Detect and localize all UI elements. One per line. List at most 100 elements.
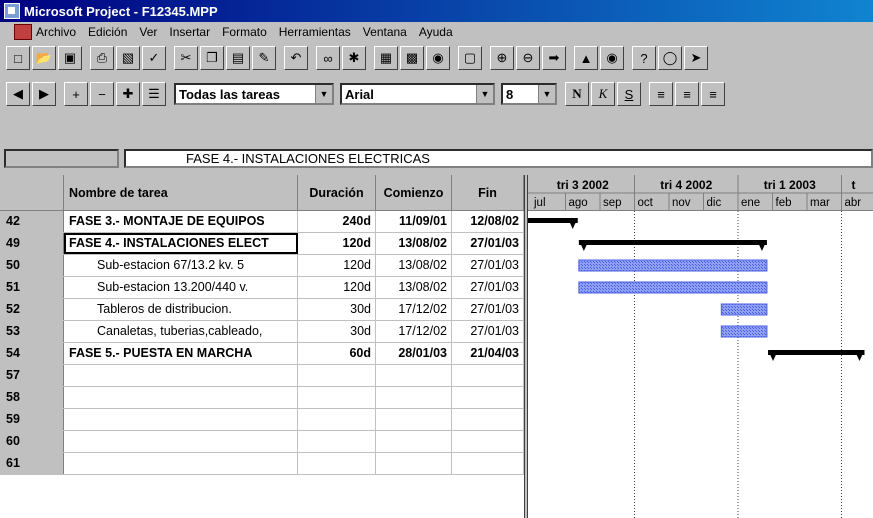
start-date-cell[interactable] xyxy=(376,431,452,452)
task-information-icon[interactable]: ▦ xyxy=(374,46,398,70)
outdent-arrow-icon[interactable]: ◀ xyxy=(6,82,30,106)
duration-cell[interactable] xyxy=(298,431,376,452)
align-right-icon[interactable]: ≡ xyxy=(701,82,725,106)
table-row[interactable]: 58 xyxy=(0,387,524,409)
duration-cell[interactable]: 120d xyxy=(298,233,376,254)
task-name-cell[interactable]: FASE 4.- INSTALACIONES ELECT xyxy=(64,233,298,254)
duration-cell[interactable]: 60d xyxy=(298,343,376,364)
end-date-cell[interactable] xyxy=(452,365,524,386)
menu-edicion[interactable]: Edición xyxy=(88,25,127,39)
row-id-cell[interactable]: 61 xyxy=(0,453,64,474)
show-all-tasks-icon[interactable]: ✚ xyxy=(116,82,140,106)
task-name-cell[interactable] xyxy=(64,453,298,474)
end-date-cell[interactable]: 21/04/03 xyxy=(452,343,524,364)
duration-cell[interactable] xyxy=(298,365,376,386)
start-date-cell[interactable] xyxy=(376,409,452,430)
menu-ventana[interactable]: Ventana xyxy=(363,25,407,39)
align-left-icon[interactable]: ≡ xyxy=(649,82,673,106)
link-tasks-icon[interactable]: ∞ xyxy=(316,46,340,70)
duration-cell[interactable] xyxy=(298,409,376,430)
task-bar[interactable] xyxy=(720,325,768,338)
row-id-cell[interactable]: 59 xyxy=(0,409,64,430)
row-id-header[interactable] xyxy=(0,175,64,211)
task-bar[interactable] xyxy=(578,259,768,272)
task-notes-icon[interactable]: ▩ xyxy=(400,46,424,70)
zoom-out-icon[interactable]: ⊖ xyxy=(516,46,540,70)
table-row[interactable]: 42 FASE 3.- MONTAJE DE EQUIPOS 240d 11/09/0… xyxy=(0,211,524,233)
show-subtasks-icon[interactable]: + xyxy=(64,82,88,106)
zoom-in-icon[interactable]: ⊕ xyxy=(490,46,514,70)
task-name-cell[interactable]: FASE 3.- MONTAJE DE EQUIPOS xyxy=(64,211,298,232)
copy-picture-icon[interactable]: ▢ xyxy=(458,46,482,70)
duration-cell[interactable] xyxy=(298,453,376,474)
camera-icon[interactable]: ◉ xyxy=(600,46,624,70)
align-center-icon[interactable]: ≡ xyxy=(675,82,699,106)
format-painter-icon[interactable]: ✎ xyxy=(252,46,276,70)
filter-select[interactable]: Todas las tareas ▼ xyxy=(174,83,334,105)
end-date-cell[interactable]: 12/08/02 xyxy=(452,211,524,232)
duration-cell[interactable]: 240d xyxy=(298,211,376,232)
paste-icon[interactable]: ▤ xyxy=(226,46,250,70)
chevron-down-icon[interactable]: ▼ xyxy=(315,85,332,103)
underline-button[interactable]: S xyxy=(617,82,641,106)
end-date-cell[interactable]: 27/01/03 xyxy=(452,255,524,276)
start-date-cell[interactable]: 11/09/01 xyxy=(376,211,452,232)
row-id-cell[interactable]: 60 xyxy=(0,431,64,452)
task-name-cell[interactable]: FASE 5.- PUESTA EN MARCHA xyxy=(64,343,298,364)
indent-arrow-icon[interactable]: ▶ xyxy=(32,82,56,106)
font-select[interactable]: Arial ▼ xyxy=(340,83,495,105)
task-name-cell[interactable]: Tableros de distribucion. xyxy=(64,299,298,320)
end-date-cell[interactable]: 27/01/03 xyxy=(452,299,524,320)
start-date-cell[interactable]: 13/08/02 xyxy=(376,277,452,298)
row-id-cell[interactable]: 49 xyxy=(0,233,64,254)
document-menu-icon[interactable] xyxy=(14,24,32,40)
row-id-cell[interactable]: 58 xyxy=(0,387,64,408)
start-date-cell[interactable]: 28/01/03 xyxy=(376,343,452,364)
print-icon[interactable]: ⎙ xyxy=(90,46,114,70)
table-row[interactable]: 60 xyxy=(0,431,524,453)
menu-ver[interactable]: Ver xyxy=(139,25,157,39)
goto-selected-task-icon[interactable]: ➡ xyxy=(542,46,566,70)
outline-symbols-icon[interactable]: ☰ xyxy=(142,82,166,106)
end-date-cell[interactable]: 27/01/03 xyxy=(452,321,524,342)
bold-button[interactable]: N xyxy=(565,82,589,106)
end-date-cell[interactable]: 27/01/03 xyxy=(452,233,524,254)
table-row[interactable]: 59 xyxy=(0,409,524,431)
assign-resources-icon[interactable]: ◉ xyxy=(426,46,450,70)
help-pointer-icon[interactable]: ➤ xyxy=(684,46,708,70)
menu-archivo[interactable]: Archivo xyxy=(36,25,76,39)
summary-bar[interactable] xyxy=(578,240,767,245)
start-date-cell[interactable]: 13/08/02 xyxy=(376,255,452,276)
row-id-cell[interactable]: 53 xyxy=(0,321,64,342)
start-date-cell[interactable]: 13/08/02 xyxy=(376,233,452,254)
row-id-cell[interactable]: 42 xyxy=(0,211,64,232)
task-bar[interactable] xyxy=(720,303,768,316)
table-row[interactable]: 57 xyxy=(0,365,524,387)
table-row[interactable]: 54 FASE 5.- PUESTA EN MARCHA 60d 28/01/03 21… xyxy=(0,343,524,365)
end-date-cell[interactable] xyxy=(452,453,524,474)
duration-cell[interactable]: 120d xyxy=(298,277,376,298)
menu-herramientas[interactable]: Herramientas xyxy=(279,25,351,39)
italic-button[interactable]: K xyxy=(591,82,615,106)
entry-field[interactable]: FASE 4.- INSTALACIONES ELECTRICAS xyxy=(124,149,873,168)
duration-cell[interactable]: 30d xyxy=(298,321,376,342)
print-preview-icon[interactable]: ▧ xyxy=(116,46,140,70)
table-row[interactable]: 52 Tableros de distribucion. 30d 17/12/02 27… xyxy=(0,299,524,321)
hide-subtasks-icon[interactable]: − xyxy=(90,82,114,106)
table-row[interactable]: 51 Sub-estacion 13.200/440 v. 120d 13/08/02… xyxy=(0,277,524,299)
start-date-cell[interactable]: 17/12/02 xyxy=(376,321,452,342)
open-folder-icon[interactable]: 📂 xyxy=(32,46,56,70)
start-date-cell[interactable] xyxy=(376,453,452,474)
end-date-cell[interactable] xyxy=(452,409,524,430)
menu-insertar[interactable]: Insertar xyxy=(169,25,210,39)
task-name-cell[interactable] xyxy=(64,387,298,408)
save-disk-icon[interactable]: ▣ xyxy=(58,46,82,70)
end-date-cell[interactable]: 27/01/03 xyxy=(452,277,524,298)
row-id-cell[interactable]: 51 xyxy=(0,277,64,298)
task-name-cell[interactable]: Sub-estacion 13.200/440 v. xyxy=(64,277,298,298)
row-id-cell[interactable]: 54 xyxy=(0,343,64,364)
new-file-icon[interactable]: □ xyxy=(6,46,30,70)
copy-icon[interactable]: ❐ xyxy=(200,46,224,70)
task-name-cell[interactable]: Sub-estacion 67/13.2 kv. 5 xyxy=(64,255,298,276)
undo-icon[interactable]: ↶ xyxy=(284,46,308,70)
